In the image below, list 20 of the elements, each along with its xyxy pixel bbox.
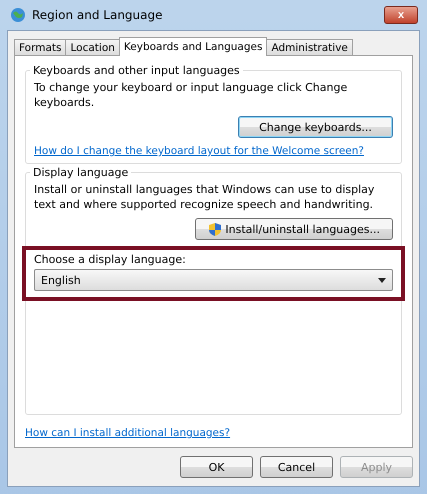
tab[interactable]: Formats: [14, 39, 66, 55]
globe-icon: [10, 7, 26, 23]
help-link[interactable]: How can I install additional languages?: [25, 427, 402, 439]
shield-icon: [208, 222, 222, 236]
change-keyboards-button[interactable]: Change keyboards...: [238, 116, 393, 138]
description-text: To change your keyboard or input language click Change keyboards.: [34, 80, 348, 110]
install-languages-button[interactable]: Install/uninstall languages...: [195, 218, 393, 240]
choose-label: Choose a display language:: [34, 253, 187, 266]
tab[interactable]: Location: [65, 39, 120, 55]
dialog-button[interactable]: Cancel: [260, 456, 333, 478]
window-title: Region and Language: [32, 8, 164, 22]
tab[interactable]: Administrative: [266, 39, 353, 55]
help-link[interactable]: How do I change the keyboard layout for the Welcome screen?: [34, 145, 364, 157]
description-text: Install or uninstall languages that Windows can use to display text and where supported recognize speech and handwriting.: [34, 182, 376, 212]
language-dropdown[interactable]: English: [34, 269, 393, 291]
dialog-button[interactable]: OK: [180, 456, 253, 478]
tab[interactable]: Keyboards and Languages: [118, 37, 268, 56]
group-legend: Display language: [30, 166, 132, 179]
dropdown-arrow-icon: [378, 278, 386, 282]
group-legend: Keyboards and other input languages: [30, 64, 243, 77]
